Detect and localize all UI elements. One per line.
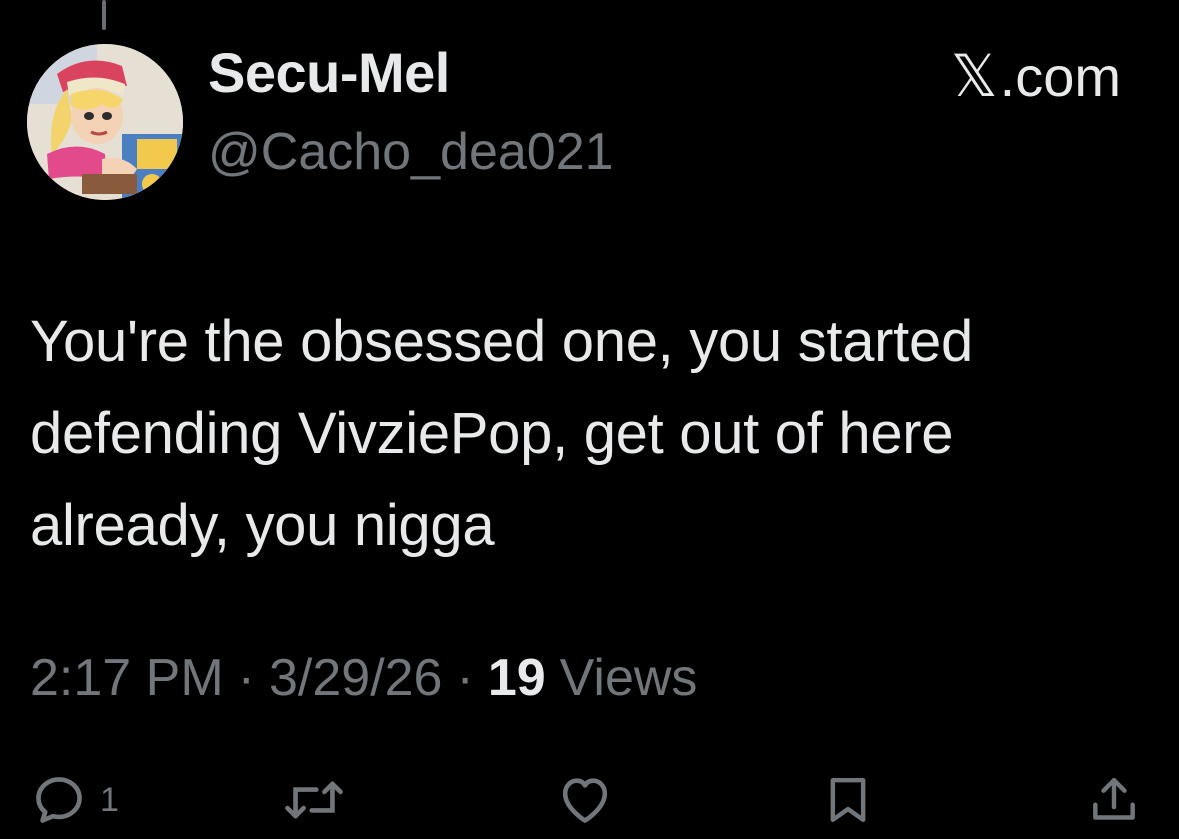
views-label[interactable]: Views [560, 648, 698, 708]
meta-separator: · [456, 649, 474, 707]
action-bar: 1 [0, 770, 1179, 830]
display-name[interactable]: Secu-Mel [208, 40, 450, 105]
reply-icon [36, 777, 82, 823]
reply-button[interactable]: 1 [30, 770, 119, 830]
heart-icon [562, 778, 608, 823]
like-button[interactable] [555, 770, 615, 830]
post-metadata: 2:17 PM · 3/29/26 · 19 Views [30, 648, 697, 708]
repost-icon [285, 781, 343, 819]
username-handle[interactable]: @Cacho_dea021 [208, 122, 614, 182]
post-date[interactable]: 3/29/26 [269, 648, 443, 708]
post-text: You're the obsessed one, you started def… [30, 309, 973, 558]
reply-count: 1 [100, 780, 119, 819]
share-icon [1093, 777, 1135, 820]
views-count[interactable]: 19 [488, 648, 546, 708]
share-button[interactable] [1086, 770, 1142, 830]
avatar[interactable] [27, 44, 183, 200]
repost-button[interactable] [284, 770, 344, 830]
bookmark-icon [830, 777, 866, 823]
brand-domain: .com [999, 44, 1121, 108]
x-brand-watermark: 𝕏 .com [951, 42, 1121, 110]
x-logo-icon: 𝕏 [950, 42, 998, 110]
post-time[interactable]: 2:17 PM [30, 648, 224, 708]
meta-separator: · [237, 649, 255, 707]
thread-connector-line [102, 0, 106, 30]
avatar-illustration [27, 44, 183, 200]
bookmark-button[interactable] [820, 770, 876, 830]
